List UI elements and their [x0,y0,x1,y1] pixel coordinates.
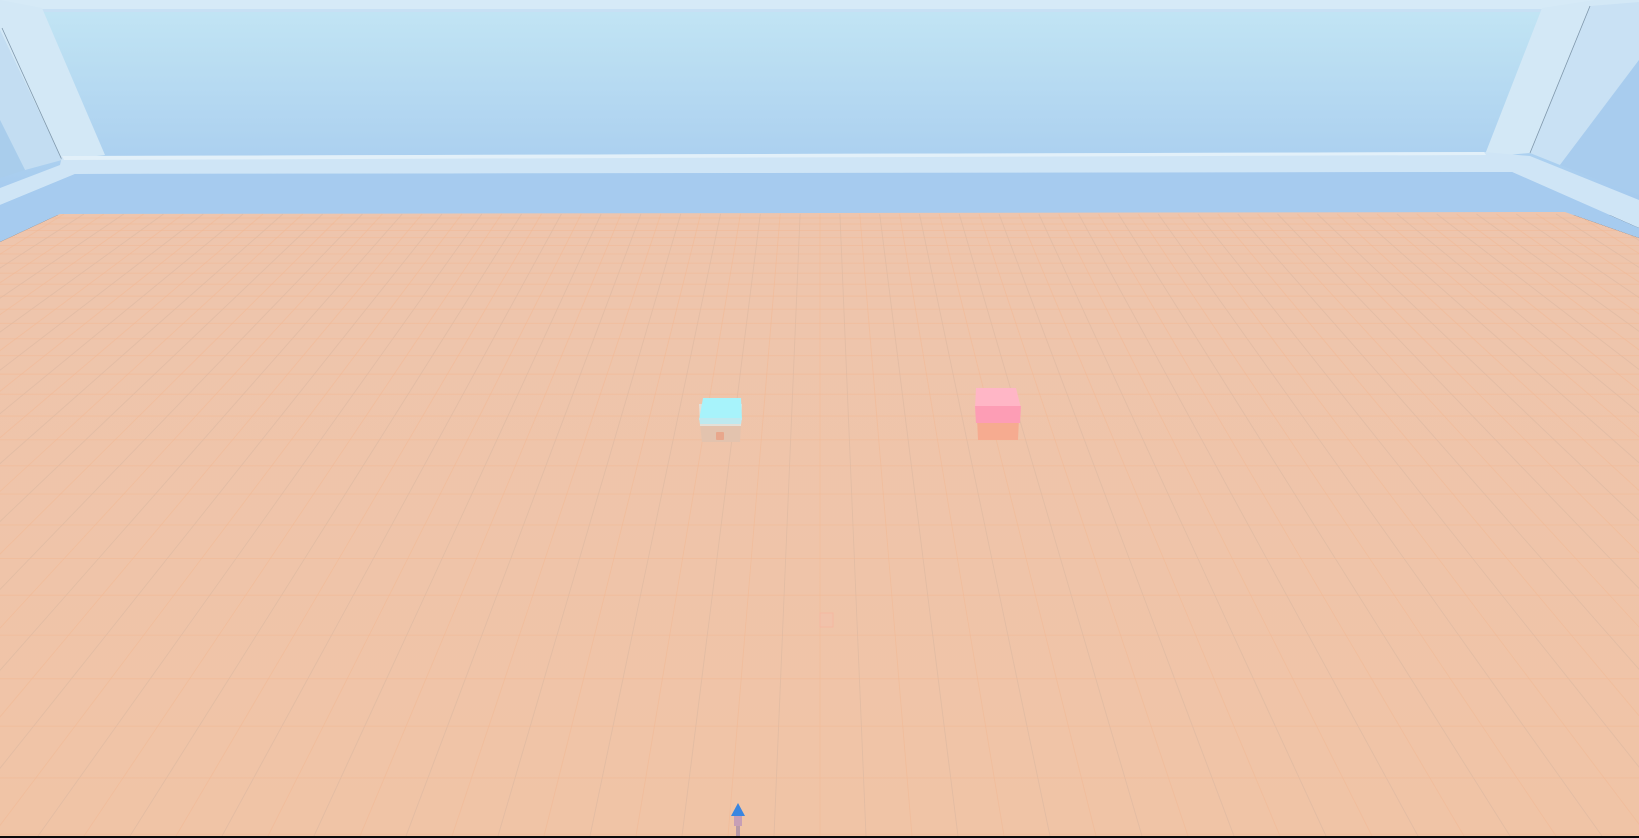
pink-cube-front [975,406,1021,423]
cyan-cube-top [699,398,742,420]
game-scene[interactable] [0,0,1639,836]
player-marker-base [736,826,740,836]
player-marker-stem [734,816,742,826]
cyan-cube-mark [716,432,724,440]
pink-cube[interactable] [975,388,1021,440]
cyan-cube-front [699,418,742,424]
top-frame-inner [40,9,1542,12]
game-viewport[interactable] [0,0,1639,838]
top-frame-beam [0,0,1639,9]
pink-cube-top [975,388,1021,408]
floor[interactable] [0,212,1639,836]
cyan-cube[interactable] [699,398,742,442]
faint-floor-tile [819,612,834,628]
